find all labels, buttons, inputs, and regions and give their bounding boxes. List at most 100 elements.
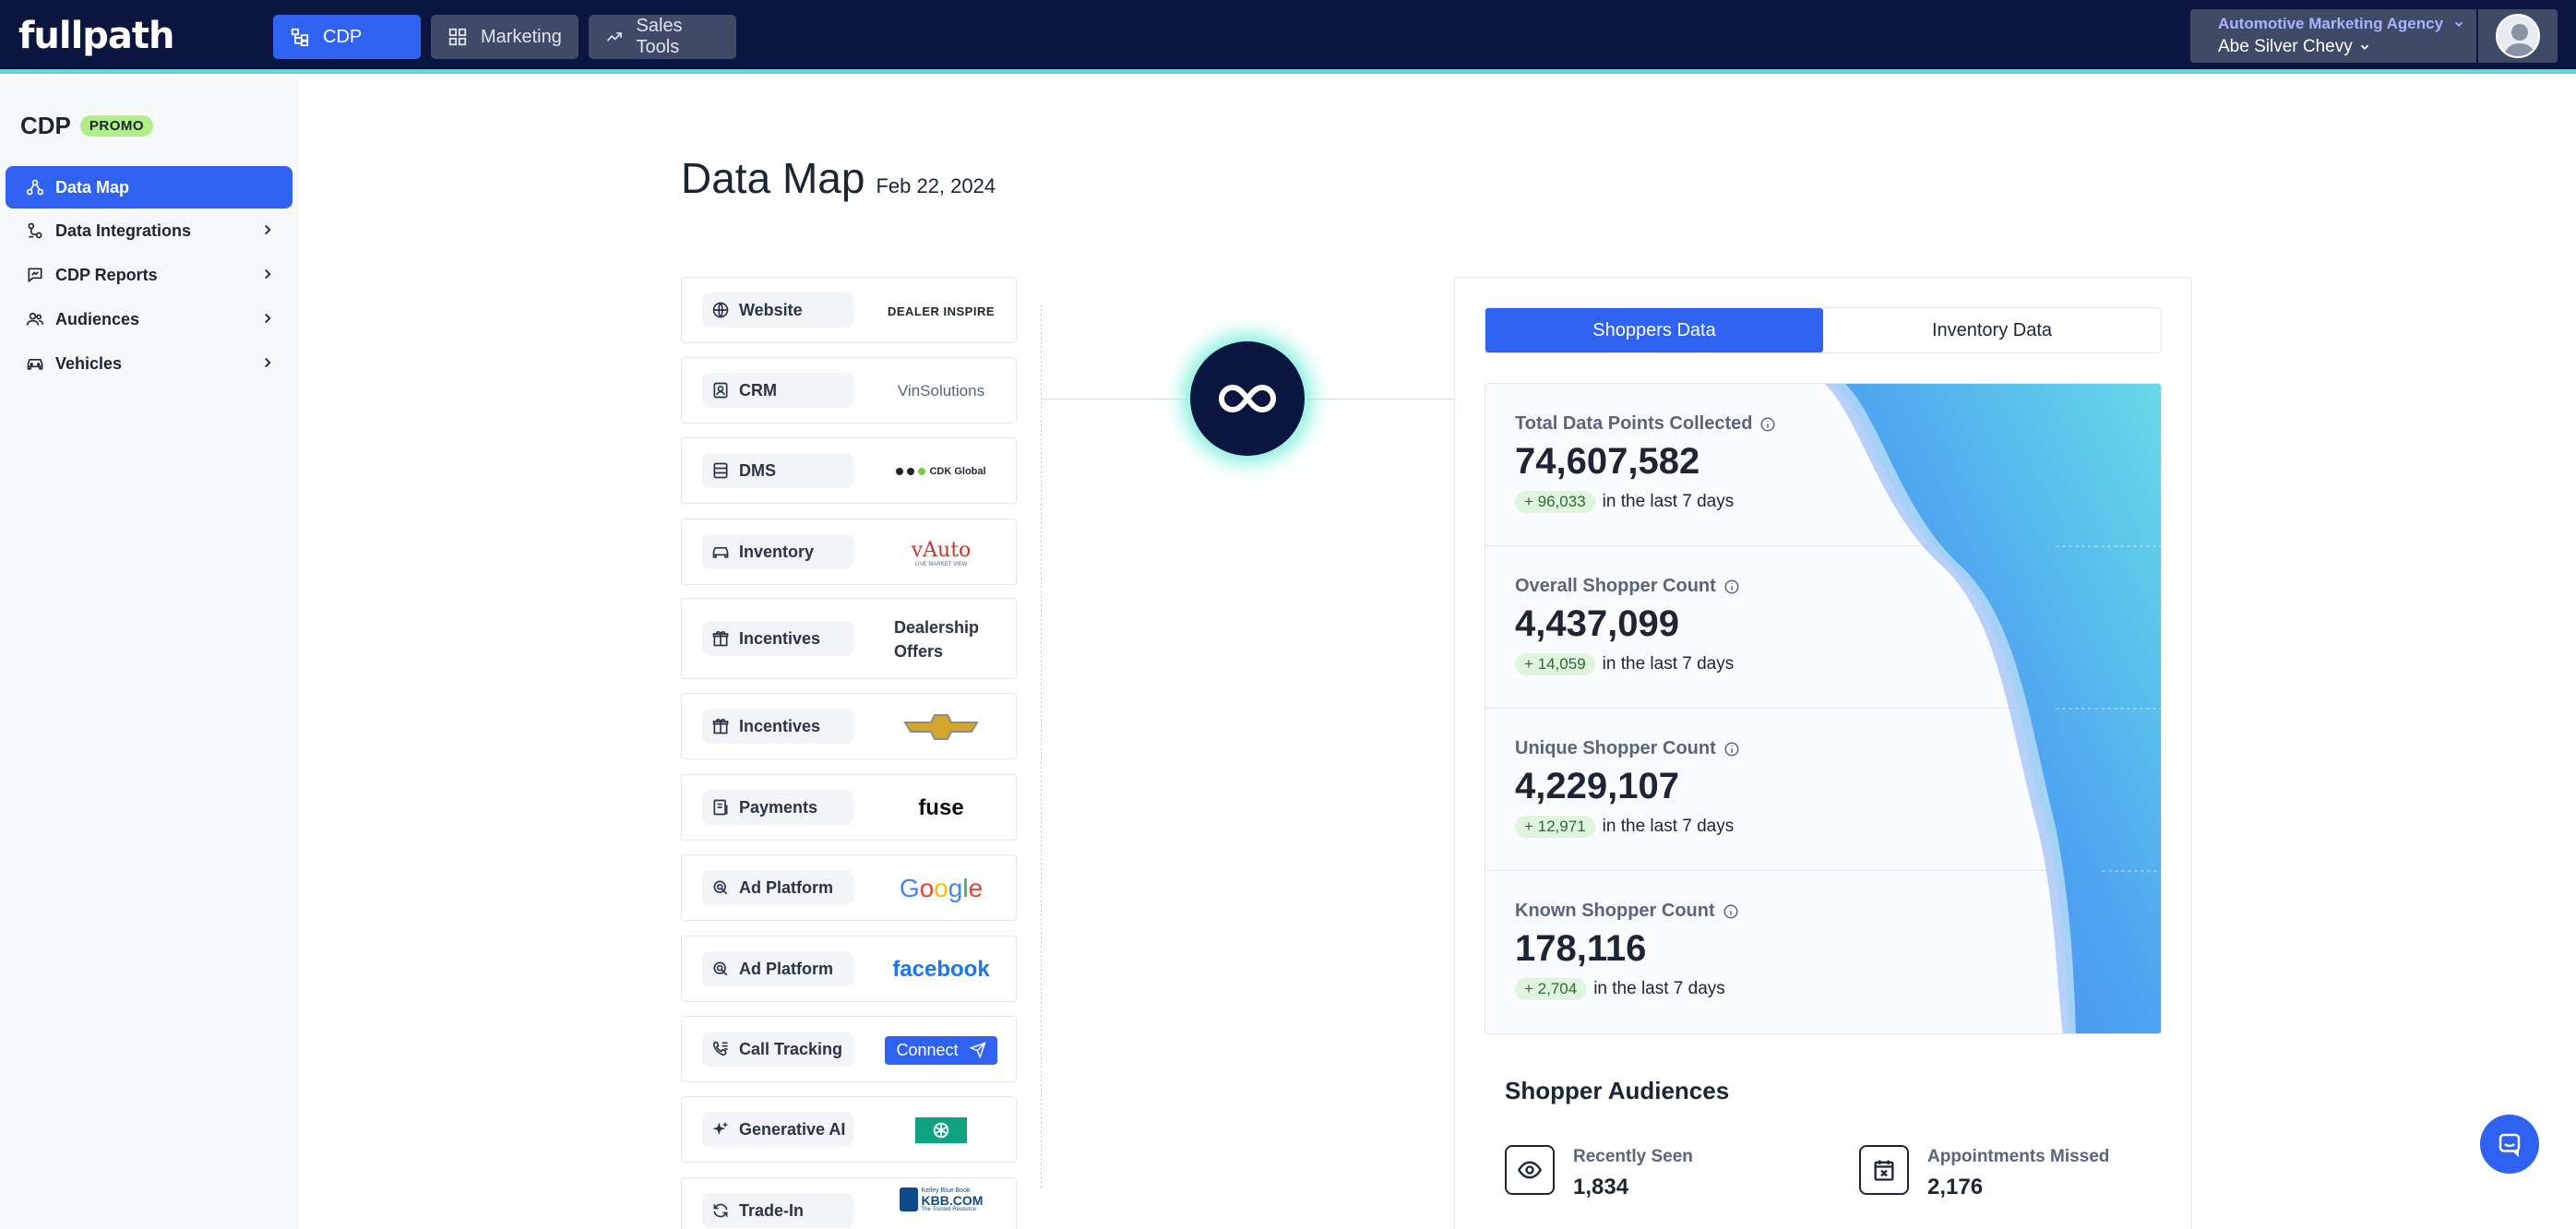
info-icon[interactable] <box>1723 579 1740 595</box>
source-label: Call Tracking <box>739 1039 843 1058</box>
audience-icon-box <box>1505 1145 1555 1195</box>
cdk-global-logo: CDK Global <box>881 438 1001 505</box>
sidebar-item-label: Vehicles <box>55 353 123 373</box>
hub-connector-right <box>1305 399 1454 400</box>
calendar-x-icon <box>1874 1160 1894 1181</box>
openai-logo <box>881 1097 1001 1163</box>
promo-badge: PROMO <box>79 115 154 137</box>
source-chip: Trade-In <box>702 1193 853 1228</box>
chat-icon <box>2498 1133 2521 1158</box>
source-card-incentives-chevrolet[interactable]: Incentives <box>681 693 1017 759</box>
nav-marketing-button[interactable]: Marketing <box>431 15 578 59</box>
source-chip: Website <box>702 292 853 328</box>
sidebar-title: CDP PROMO <box>20 112 154 140</box>
source-label: Ad Platform <box>739 877 834 897</box>
dealership-offers-logo: Dealership Offers <box>894 618 980 661</box>
info-icon[interactable] <box>1759 416 1776 433</box>
stat-delta: + 2,704 <box>1515 978 1587 1000</box>
chevron-right-icon <box>265 313 271 324</box>
source-card-dms[interactable]: DMS CDK Global <box>681 437 1017 504</box>
audience-value: 2,176 <box>1927 1175 1984 1199</box>
source-card-ad-platform-facebook[interactable]: Ad Platform facebook <box>681 936 1017 1002</box>
funnel-graphic <box>1825 384 2161 1033</box>
stat-value: 4,437,099 <box>1515 603 1679 644</box>
sidebar-item-data-map[interactable]: Data Map <box>6 166 292 209</box>
agency-name: Automotive Marketing Agency <box>2218 15 2444 32</box>
dealer-name: Abe Silver Chevy <box>2218 37 2353 56</box>
source-card-website[interactable]: Website DEALER INSPIRE <box>681 277 1017 343</box>
account-switcher[interactable]: Automotive Marketing Agency Abe Silver C… <box>2190 9 2476 63</box>
chevron-down-icon <box>2360 44 2368 50</box>
sidebar-item-audiences[interactable]: Audiences <box>6 298 292 340</box>
source-card-inventory[interactable]: Inventory vAuto LIVE MARKET VIEW <box>681 519 1017 585</box>
hub-connector-left <box>1041 399 1190 400</box>
connect-label: Connect <box>896 1040 959 1059</box>
users-icon <box>26 312 44 326</box>
stat-delta-text: in the last 7 days <box>1602 492 1735 511</box>
tab-inventory-data[interactable]: Inventory Data <box>1823 308 2161 352</box>
stat-value: 74,607,582 <box>1515 441 1700 482</box>
sidebar-item-cdp-reports[interactable]: CDP Reports <box>6 254 292 296</box>
chevrolet-bowtie-icon <box>903 714 979 740</box>
stats-card: Total Data Points Collected 74,607,582 +… <box>1485 383 2162 1034</box>
source-card-incentives-offers[interactable]: Incentives Dealership Offers <box>681 598 1017 679</box>
refresh-icon <box>713 1203 728 1218</box>
sidebar-item-label: Audiences <box>55 309 140 328</box>
source-label: Website <box>739 300 803 319</box>
source-connector-line <box>1041 304 1042 1188</box>
car-icon <box>27 359 43 370</box>
source-card-call-tracking[interactable]: Call Tracking Connect <box>681 1016 1017 1082</box>
page-date: Feb 22, 2024 <box>876 174 996 197</box>
nav-sales-tools-label: Sales Tools <box>636 16 683 57</box>
sidebar-item-data-integrations[interactable]: Data Integrations <box>6 209 292 252</box>
user-menu[interactable] <box>2478 9 2558 63</box>
integrations-icon <box>28 222 42 239</box>
nav-cdp-button[interactable]: CDP <box>273 15 421 59</box>
source-chip: Ad Platform <box>702 870 853 905</box>
fuse-logo: fuse <box>918 795 964 820</box>
stat-label: Known Shopper Count <box>1515 901 1715 921</box>
info-icon[interactable] <box>1723 903 1739 920</box>
kbb-logo: Kelley Blue Book KBB.COM The Trusted Res… <box>881 1187 1001 1229</box>
sidebar-item-vehicles[interactable]: Vehicles <box>6 342 292 385</box>
sidebar-title-text: CDP <box>20 112 71 139</box>
source-label: Generative AI <box>739 1119 846 1139</box>
source-card-trade-in[interactable]: Trade-In Kelley Blue Book KBB.COM The Tr… <box>681 1177 1017 1229</box>
chat-launcher-button[interactable] <box>2480 1115 2539 1174</box>
source-label: Ad Platform <box>739 959 834 978</box>
chevron-right-icon <box>265 224 271 235</box>
stat-value: 178,116 <box>1515 928 1647 969</box>
receipt-icon <box>713 799 728 816</box>
nav-sales-tools-button[interactable]: Sales Tools <box>589 15 736 59</box>
stat-delta-text: in the last 7 days <box>1602 817 1735 836</box>
source-card-crm[interactable]: CRM VinSolutions <box>681 357 1017 424</box>
facebook-logo: facebook <box>892 957 990 982</box>
audience-appointments-missed[interactable]: Appointments Missed 2,176 <box>1859 1145 2109 1200</box>
audience-label: Recently Seen <box>1573 1147 1693 1166</box>
infinity-icon <box>1219 384 1276 413</box>
car-icon <box>712 547 729 558</box>
source-card-ad-platform-google[interactable]: Ad Platform Google <box>681 854 1017 921</box>
eye-icon <box>1517 1161 1543 1179</box>
ad-icon <box>713 961 728 976</box>
info-icon[interactable] <box>1723 741 1740 758</box>
connect-button[interactable]: Connect <box>881 1017 1001 1083</box>
avatar[interactable] <box>2496 14 2540 58</box>
stat-value: 4,229,107 <box>1515 766 1679 806</box>
google-logo: Google <box>899 874 984 902</box>
gift-icon <box>712 718 729 734</box>
source-card-payments[interactable]: Payments fuse <box>681 774 1017 841</box>
data-panel: Shoppers Data Inventory Data Total Data … <box>1454 277 2192 1229</box>
source-label: DMS <box>739 460 776 480</box>
database-icon <box>713 462 728 479</box>
fullpath-logo[interactable]: fullpath <box>18 15 175 57</box>
source-chip: Call Tracking <box>702 1032 853 1067</box>
stat-label: Unique Shopper Count <box>1515 738 1716 758</box>
source-card-generative-ai[interactable]: Generative AI <box>681 1096 1017 1163</box>
tab-shoppers-data[interactable]: Shoppers Data <box>1485 308 1823 352</box>
page-title: Data Map Feb 22, 2024 <box>681 153 996 203</box>
audience-recently-seen[interactable]: Recently Seen 1,834 <box>1505 1145 1693 1200</box>
phone-list-icon <box>712 1041 728 1056</box>
source-label: Payments <box>739 797 818 817</box>
page-title-text: Data Map <box>681 154 865 202</box>
